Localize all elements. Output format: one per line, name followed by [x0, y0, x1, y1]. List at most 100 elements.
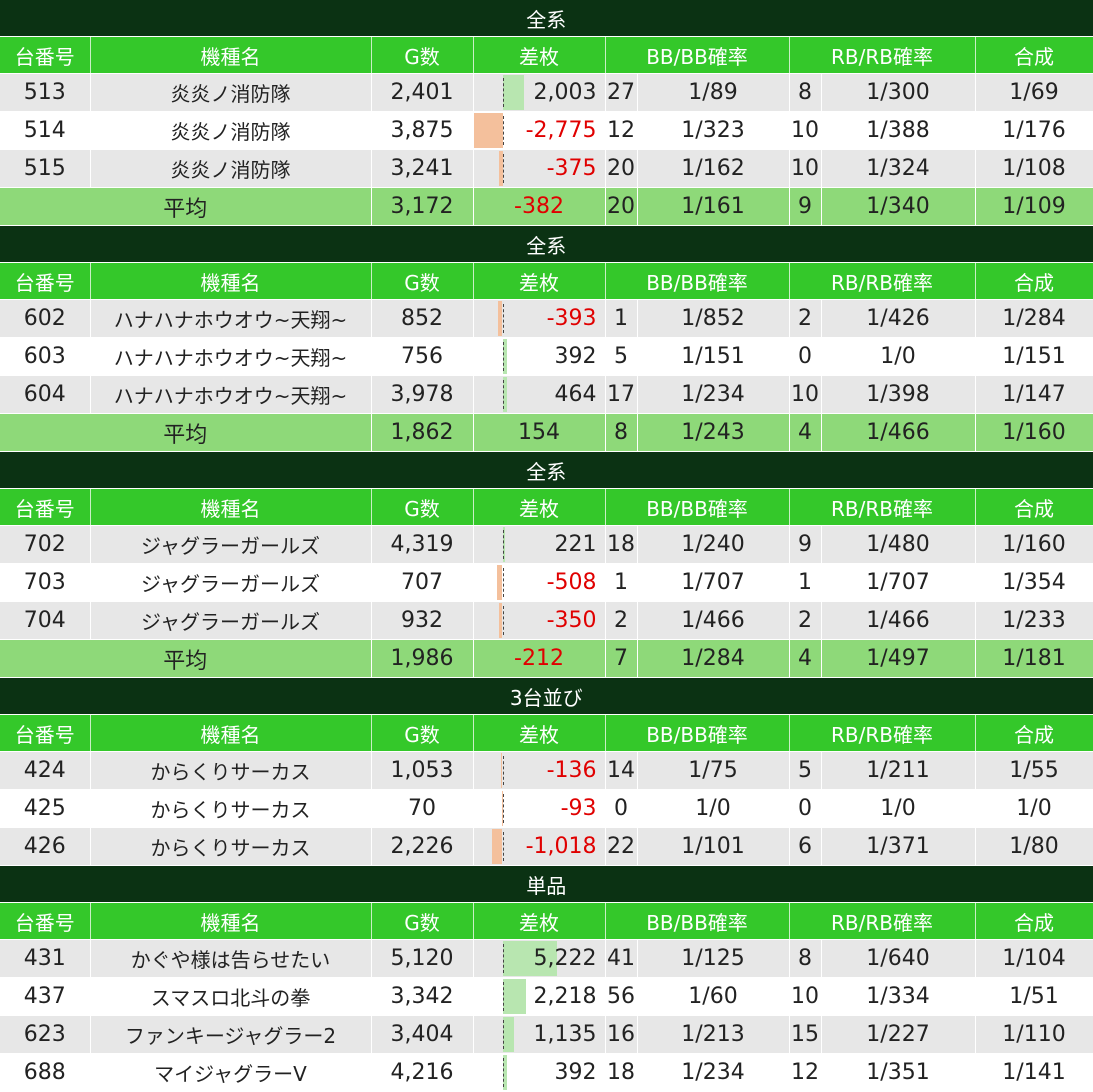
avg-bb-rate: 1/284	[637, 639, 790, 678]
diff-value: 392	[554, 344, 597, 369]
column-header: 台番号	[0, 488, 91, 526]
machine-number: 437	[0, 977, 91, 1016]
rb-rate: 1/371	[821, 827, 976, 866]
diff-cell: 392	[473, 1053, 606, 1092]
column-header: 機種名	[90, 262, 372, 300]
column-header: 台番号	[0, 902, 91, 940]
machine-row: 515 炎炎ノ消防隊 3,241 -375 20 1/162 10 1/324 1/108	[0, 149, 1093, 188]
bb-rate: 1/151	[637, 337, 790, 376]
rb-count: 10	[789, 977, 822, 1016]
column-header: G数	[371, 36, 474, 74]
group-title: 単品	[0, 865, 1093, 903]
bb-count: 18	[605, 525, 638, 564]
machine-model: 炎炎ノ消防隊	[90, 111, 372, 150]
diff-cell: -508	[473, 563, 606, 602]
game-count: 3,241	[371, 149, 474, 188]
group-title: 3台並び	[0, 677, 1093, 715]
diff-cell: 221	[473, 525, 606, 564]
machine-row: 431 かぐや様は告らせたい 5,120 5,222 41 1/125 8 1/640 1/10…	[0, 939, 1093, 978]
column-header: 合成	[975, 488, 1093, 526]
column-header: RB/RB確率	[789, 262, 976, 300]
combined-rate: 1/151	[975, 337, 1093, 376]
rb-rate: 1/351	[821, 1053, 976, 1092]
machine-number: 603	[0, 337, 91, 376]
column-header: BB/BB確率	[605, 902, 790, 940]
bb-rate: 1/213	[637, 1015, 790, 1054]
diff-bar	[502, 1017, 515, 1052]
diff-axis	[502, 78, 504, 107]
machine-row: 513 炎炎ノ消防隊 2,401 2,003 27 1/89 8 1/300 1/69	[0, 73, 1093, 112]
rb-count: 9	[789, 525, 822, 564]
rb-rate: 1/227	[821, 1015, 976, 1054]
diff-value: 2,218	[533, 984, 597, 1009]
column-header: 差枚	[473, 714, 606, 752]
column-header: G数	[371, 902, 474, 940]
diff-value: 2,003	[533, 80, 597, 105]
machine-number: 426	[0, 827, 91, 866]
diff-axis	[502, 530, 504, 559]
machine-model: からくりサーカス	[90, 789, 372, 828]
column-header: G数	[371, 262, 474, 300]
diff-axis	[502, 1020, 504, 1049]
diff-bar	[502, 75, 524, 110]
rb-count: 2	[789, 299, 822, 338]
avg-diff: -212	[473, 639, 606, 678]
machine-number: 704	[0, 601, 91, 640]
avg-combined-rate: 1/181	[975, 639, 1093, 678]
bb-rate: 1/75	[637, 751, 790, 790]
machine-row: 437 スマスロ北斗の拳 3,342 2,218 56 1/60 10 1/334 1/51	[0, 977, 1093, 1016]
machine-number: 513	[0, 73, 91, 112]
bb-rate: 1/323	[637, 111, 790, 150]
machine-row: 602 ハナハナホウオウ~天翔~ 852 -393 1 1/852 2 1/426 1/284	[0, 299, 1093, 338]
column-header-row: 台番号 機種名 G数 差枚 BB/BB確率 RB/RB確率 合成	[0, 902, 1093, 940]
diff-bar	[502, 979, 526, 1014]
machine-model: かぐや様は告らせたい	[90, 939, 372, 978]
machine-model: 炎炎ノ消防隊	[90, 149, 372, 188]
diff-cell: -375	[473, 149, 606, 188]
diff-bar	[491, 829, 503, 864]
bb-count: 14	[605, 751, 638, 790]
combined-rate: 1/141	[975, 1053, 1093, 1092]
diff-cell: 1,135	[473, 1015, 606, 1054]
diff-value: 1,135	[533, 1022, 597, 1047]
bb-rate: 1/234	[637, 375, 790, 414]
game-count: 707	[371, 563, 474, 602]
game-count: 2,401	[371, 73, 474, 112]
bb-count: 27	[605, 73, 638, 112]
group-title: 全系	[0, 225, 1093, 263]
average-label: 平均	[0, 639, 372, 678]
diff-cell: 2,218	[473, 977, 606, 1016]
column-header: 差枚	[473, 36, 606, 74]
diff-axis	[502, 756, 504, 785]
rb-rate: 1/300	[821, 73, 976, 112]
avg-rb-rate: 1/466	[821, 413, 976, 452]
column-header-row: 台番号 機種名 G数 差枚 BB/BB確率 RB/RB確率 合成	[0, 262, 1093, 300]
rb-count: 0	[789, 337, 822, 376]
bb-count: 56	[605, 977, 638, 1016]
machine-row: 704 ジャグラーガールズ 932 -350 2 1/466 2 1/466 1/233	[0, 601, 1093, 640]
bb-rate: 1/0	[637, 789, 790, 828]
diff-cell: 5,222	[473, 939, 606, 978]
column-header: RB/RB確率	[789, 36, 976, 74]
machine-row: 702 ジャグラーガールズ 4,319 221 18 1/240 9 1/480 1/160	[0, 525, 1093, 564]
rb-rate: 1/398	[821, 375, 976, 414]
slot-results-table: 全系 台番号 機種名 G数 差枚 BB/BB確率 RB/RB確率 合成 513 炎炎ノ消防隊 2,4…	[0, 0, 1093, 1092]
combined-rate: 1/108	[975, 149, 1093, 188]
game-count: 5,120	[371, 939, 474, 978]
combined-rate: 1/0	[975, 789, 1093, 828]
diff-cell: -1,018	[473, 827, 606, 866]
rb-count: 2	[789, 601, 822, 640]
bb-rate: 1/101	[637, 827, 790, 866]
rb-rate: 1/388	[821, 111, 976, 150]
combined-rate: 1/104	[975, 939, 1093, 978]
game-count: 3,404	[371, 1015, 474, 1054]
bb-rate: 1/852	[637, 299, 790, 338]
diff-axis	[502, 304, 504, 333]
machine-number: 514	[0, 111, 91, 150]
diff-value: -375	[546, 156, 597, 181]
diff-axis	[502, 568, 504, 597]
diff-cell: -350	[473, 601, 606, 640]
game-count: 4,216	[371, 1053, 474, 1092]
rb-count: 0	[789, 789, 822, 828]
game-count: 3,342	[371, 977, 474, 1016]
